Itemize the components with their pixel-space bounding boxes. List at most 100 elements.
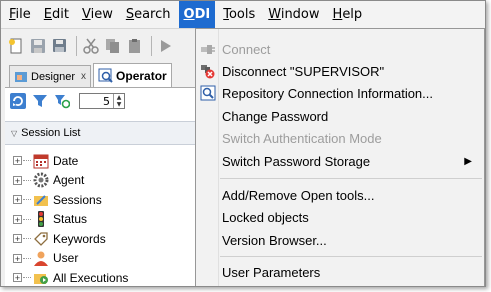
menu-view-label: iew (90, 7, 113, 22)
copy-icon[interactable] (104, 37, 122, 55)
expand-icon[interactable]: + (13, 195, 22, 205)
tree-node-keywords[interactable]: + Keywords (5, 229, 195, 249)
designer-icon (14, 70, 28, 84)
menu-window-mnemonic: W (268, 7, 281, 22)
menu-window[interactable]: Window (263, 1, 324, 28)
tree-connector (23, 160, 31, 162)
submenu-arrow-icon: ▶ (464, 155, 472, 167)
menu-item-locked-objects-label: Locked objects (222, 209, 309, 225)
menu-item-switch-password-storage-label: Switch Password Storage (222, 153, 371, 169)
tree-node-agent-label: Agent (53, 173, 85, 188)
menu-item-connect-label: Connect (222, 41, 271, 57)
stepper-arrows-icon[interactable]: ▲ ▼ (113, 94, 124, 108)
menu-item-version-browser[interactable]: Version Browser... (196, 229, 484, 251)
menu-item-switch-password-storage[interactable]: Switch Password Storage ▶ (196, 150, 484, 172)
session-count-value: 5 (103, 94, 110, 108)
menu-item-repository-info-label: Repository Connection Information... (222, 85, 433, 101)
menu-item-user-parameters-label: User Parameters (222, 264, 321, 280)
tree-connector (23, 218, 31, 220)
menu-view-mnemonic: V (81, 7, 91, 22)
filter-icon[interactable] (31, 92, 49, 110)
menu-file-label: ile (15, 7, 31, 22)
cut-icon[interactable] (82, 37, 100, 55)
tree-node-status[interactable]: + Status (5, 210, 195, 230)
tab-designer-label: Designer (31, 70, 76, 83)
calendar-icon (33, 153, 49, 169)
run-icon[interactable] (157, 37, 175, 55)
operator-toolbar: 5 ▲ ▼ (5, 89, 125, 113)
tree-connector (23, 277, 31, 279)
app-window: File Edit View Search ODI Tools Window H… (0, 0, 486, 287)
expand-icon[interactable]: + (13, 234, 22, 244)
tree-connector (23, 179, 31, 181)
menu-item-disconnect[interactable]: Disconnect "SUPERVISOR" (196, 60, 484, 82)
expand-icon[interactable]: + (13, 253, 22, 263)
menu-edit[interactable]: Edit (39, 1, 74, 28)
menu-odi-label: DI (194, 7, 211, 22)
menu-search-mnemonic: S (125, 7, 135, 22)
menu-odi-mnemonic: O (183, 7, 195, 22)
session-list-title: Session List (21, 127, 81, 139)
tree-node-all-executions[interactable]: + All Executions (5, 268, 195, 286)
session-list-header[interactable]: ▽ Session List (5, 121, 195, 145)
tab-designer[interactable]: Designer x (9, 65, 92, 87)
refresh-icon[interactable] (9, 92, 27, 110)
menu-edit-mnemonic: E (43, 7, 52, 22)
tree-connector (23, 257, 31, 259)
user-icon (33, 250, 49, 267)
tree-node-sessions[interactable]: + Sessions (5, 190, 195, 210)
operator-icon (98, 68, 113, 83)
expand-icon[interactable]: + (13, 214, 22, 224)
menu-odi[interactable]: ODI (178, 1, 216, 28)
menu-edit-label: dit (52, 7, 69, 22)
menu-view[interactable]: View (77, 1, 118, 28)
menu-file[interactable]: File (4, 1, 36, 28)
menu-item-connect[interactable]: Connect (196, 38, 484, 60)
menu-bar: File Edit View Search ODI Tools Window H… (1, 1, 485, 29)
menu-item-repository-info[interactable]: Repository Connection Information... (196, 82, 484, 104)
sessions-icon (33, 192, 49, 208)
odi-menu-dropdown: Connect Disconnect "SUPERVISOR" Reposito… (195, 28, 485, 286)
tree-node-user[interactable]: + User (5, 249, 195, 269)
tree-node-sessions-label: Sessions (53, 192, 102, 207)
toolbar-separator (76, 35, 77, 56)
tab-operator[interactable]: Operator (93, 63, 172, 87)
connect-icon (199, 40, 217, 58)
tree-connector (23, 238, 31, 240)
menu-item-disconnect-label: Disconnect "SUPERVISOR" (222, 63, 385, 79)
menu-help[interactable]: Help (328, 1, 368, 28)
expand-icon[interactable]: + (13, 156, 22, 166)
tree-node-agent[interactable]: + Agent (5, 171, 195, 191)
menu-window-label: indow (280, 7, 320, 22)
expand-icon[interactable]: + (13, 273, 22, 283)
disconnect-icon (199, 62, 217, 80)
menu-item-switch-authentication-mode-label: Switch Authentication Mode (222, 130, 382, 146)
menu-help-label: elp (342, 7, 363, 22)
close-icon[interactable]: x (81, 71, 86, 82)
menu-search-label: earch (134, 7, 171, 22)
paste-icon[interactable] (126, 37, 144, 55)
menu-item-add-remove-open-tools[interactable]: Add/Remove Open tools... (196, 184, 484, 206)
menu-item-add-remove-open-tools-label: Add/Remove Open tools... (222, 187, 375, 203)
menu-search[interactable]: Search (121, 1, 176, 28)
gear-agent-icon (33, 172, 49, 188)
menu-tools-label: ools (228, 7, 256, 22)
filter-refresh-icon[interactable] (53, 92, 71, 110)
main-toolbar (1, 28, 201, 63)
executions-icon (33, 270, 49, 286)
tab-operator-label: Operator (116, 68, 167, 83)
menu-item-user-parameters[interactable]: User Parameters (196, 261, 484, 283)
session-count-stepper[interactable]: 5 ▲ ▼ (79, 93, 125, 109)
menu-item-change-password[interactable]: Change Password (196, 105, 484, 127)
expand-icon[interactable]: + (13, 175, 22, 185)
save-all-icon[interactable] (51, 37, 69, 55)
menu-item-locked-objects[interactable]: Locked objects (196, 206, 484, 228)
menu-item-switch-authentication-mode[interactable]: Switch Authentication Mode (196, 127, 484, 149)
collapse-triangle-icon[interactable]: ▽ (11, 129, 17, 138)
save-icon[interactable] (29, 37, 47, 55)
menu-tools[interactable]: Tools (218, 1, 260, 28)
tree-node-date[interactable]: + Date (5, 151, 195, 171)
tree-node-all-executions-label: All Executions (53, 270, 129, 285)
new-icon[interactable] (7, 37, 25, 55)
tree-node-status-label: Status (53, 212, 88, 227)
